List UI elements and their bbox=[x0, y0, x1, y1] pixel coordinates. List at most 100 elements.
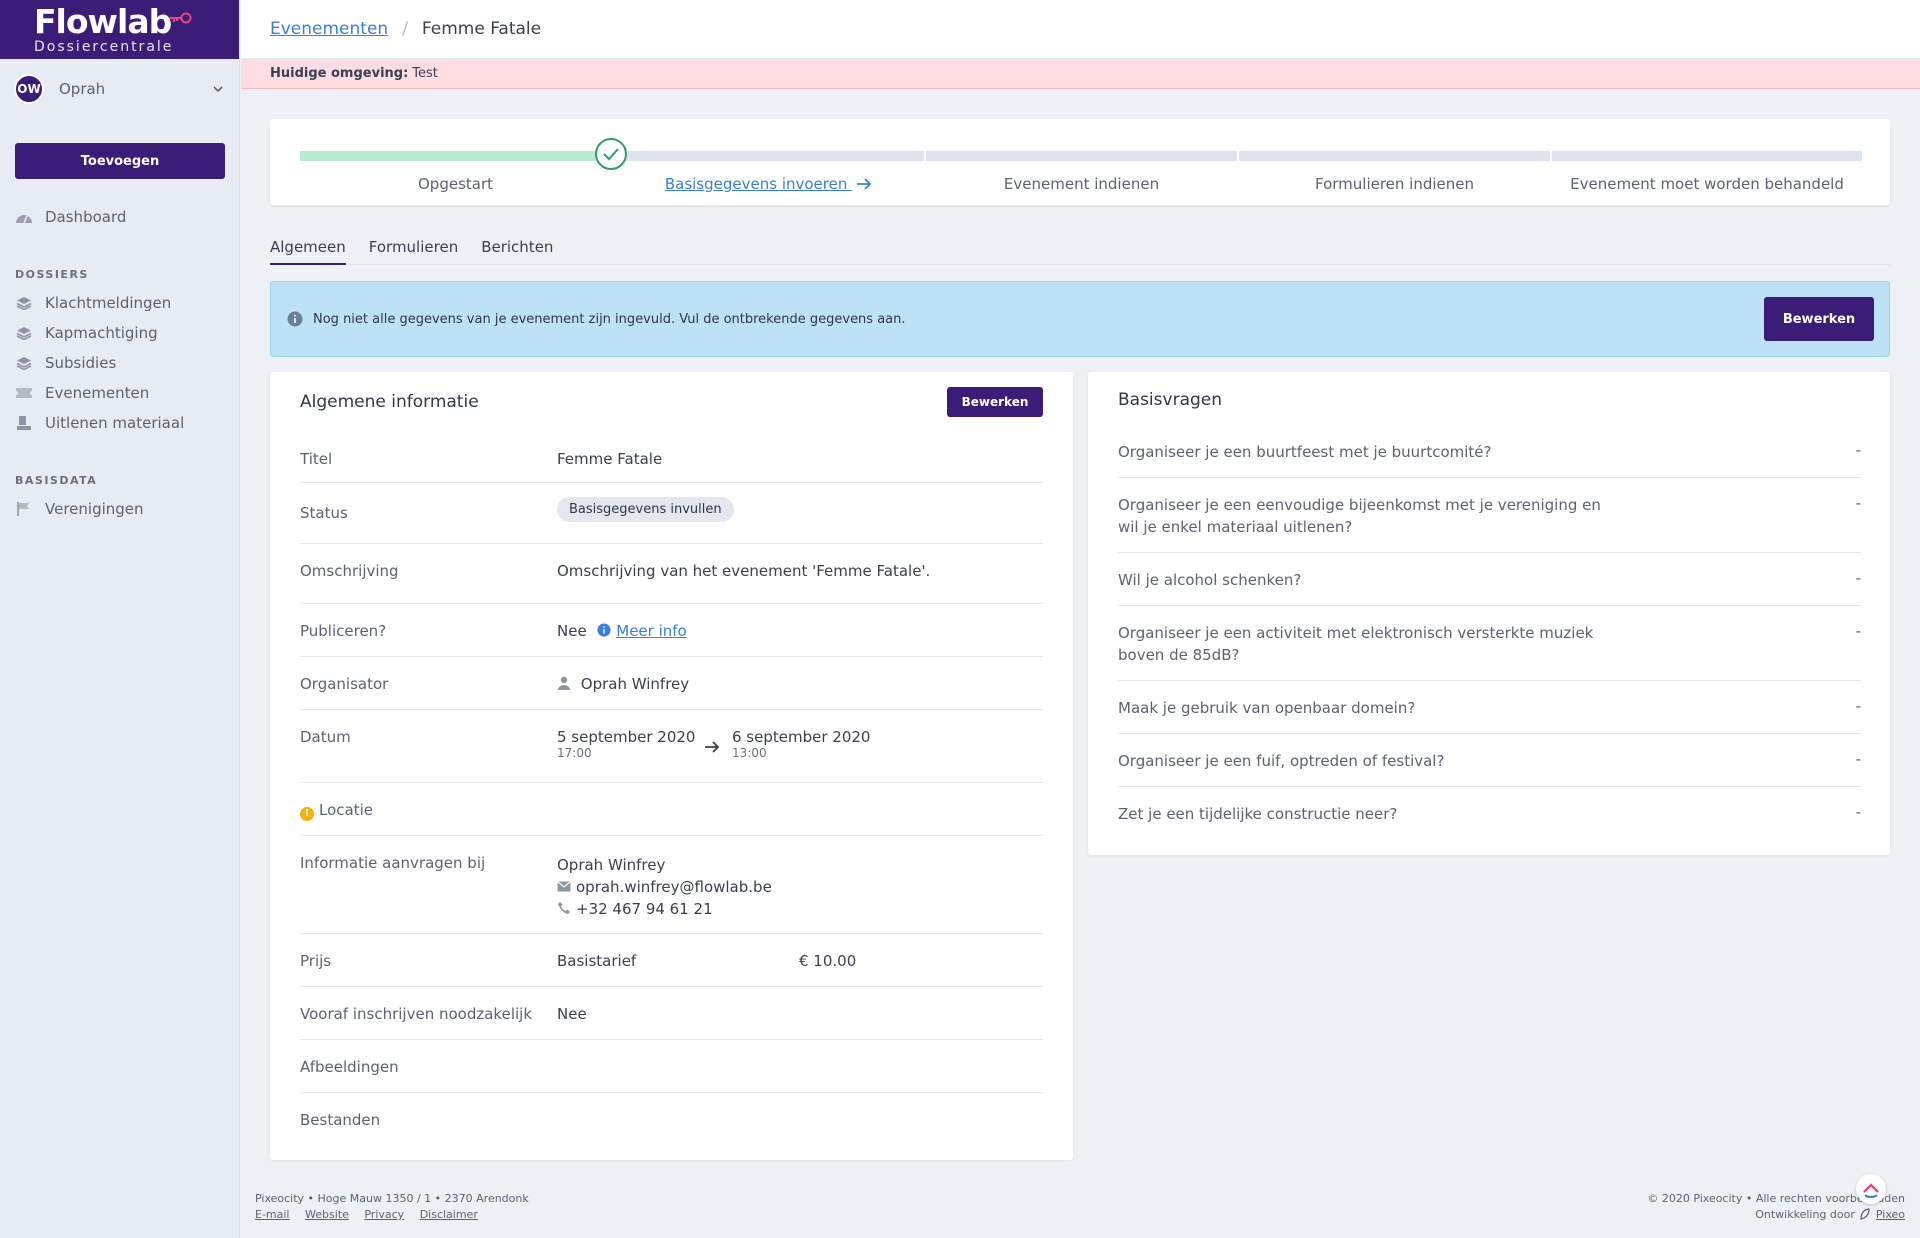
info-row-organisator: Organisator Oprah Winfrey bbox=[300, 657, 1043, 710]
envelope-icon bbox=[557, 881, 571, 892]
sidebar-item-label: Klachtmeldingen bbox=[45, 294, 172, 312]
info-alert: Nog niet alle gegevens van je evenement … bbox=[270, 281, 1890, 357]
footer-link-disclaimer[interactable]: Disclaimer bbox=[420, 1208, 478, 1221]
contact-info: Oprah Winfrey oprah.winfrey@flowlab.be +… bbox=[557, 854, 772, 920]
meer-info-link[interactable]: Meer info bbox=[616, 622, 686, 640]
widget-logo-icon bbox=[1863, 1183, 1879, 1198]
section-dossiers: DOSSIERS bbox=[15, 268, 89, 281]
locatie-label: Locatie bbox=[319, 801, 373, 819]
footer-link-website[interactable]: Website bbox=[305, 1208, 349, 1221]
question-row: Wil je alcohol schenken? - bbox=[1118, 553, 1861, 606]
row-label: Afbeeldingen bbox=[300, 1058, 399, 1076]
start-date-text: 5 september 2020 bbox=[557, 728, 696, 746]
footer-link-privacy[interactable]: Privacy bbox=[364, 1208, 404, 1221]
ticket-icon bbox=[15, 384, 33, 402]
step-label-active[interactable]: Basisgegevens invoeren bbox=[613, 175, 924, 193]
tab-formulieren[interactable]: Formulieren bbox=[369, 235, 458, 265]
footer-dev-link[interactable]: Pixeo bbox=[1876, 1208, 1905, 1221]
brand-logo[interactable]: Flowlab Dossiercentrale bbox=[0, 0, 239, 59]
step-label-text: Basisgegevens invoeren bbox=[664, 175, 848, 193]
general-info-card: Algemene informatie Bewerken Titel Femme… bbox=[270, 372, 1073, 1160]
step-basisgegevens[interactable]: Basisgegevens invoeren bbox=[613, 119, 924, 205]
prijs-bedrag: € 10.00 bbox=[799, 952, 857, 970]
row-label: Omschrijving bbox=[300, 562, 399, 580]
key-icon bbox=[170, 12, 192, 24]
brand-name: Flowlab bbox=[34, 2, 172, 41]
status-badge: Basisgegevens invullen bbox=[557, 497, 734, 522]
user-icon bbox=[558, 676, 570, 690]
info-row-prijs: Prijs Basistarief € 10.00 bbox=[300, 934, 1043, 987]
breadcrumb-evenementen[interactable]: Evenementen bbox=[270, 19, 388, 39]
sidebar-item-klachtmeldingen[interactable]: Klachtmeldingen bbox=[15, 289, 171, 317]
step-opgestart: Opgestart bbox=[300, 119, 611, 205]
footer-address: Pixeocity • Hoge Mauw 1350 / 1 • 2370 Ar… bbox=[255, 1192, 529, 1205]
question-row: Organiseer je een buurtfeest met je buur… bbox=[1118, 425, 1861, 478]
add-button[interactable]: Toevoegen bbox=[15, 143, 225, 179]
step-bar bbox=[613, 151, 924, 161]
end-date-text: 6 september 2020 bbox=[732, 728, 871, 746]
question-text: Organiseer je een fuif, optreden of fest… bbox=[1118, 752, 1445, 770]
start-date: 5 september 2020 17:00 bbox=[557, 728, 695, 760]
footer-link-email[interactable]: E-mail bbox=[255, 1208, 290, 1221]
info-row-omschrijving: Omschrijving Omschrijving van het evenem… bbox=[300, 544, 1043, 604]
help-widget-button[interactable] bbox=[1856, 1174, 1886, 1204]
answer-value: - bbox=[1855, 569, 1861, 587]
contact-email-line[interactable]: oprah.winfrey@flowlab.be bbox=[557, 876, 772, 898]
tab-berichten[interactable]: Berichten bbox=[481, 235, 553, 265]
publiceren-value: Nee bbox=[557, 622, 587, 640]
question-text: Organiseer je een buurtfeest met je buur… bbox=[1118, 443, 1492, 461]
edit-info-button[interactable]: Bewerken bbox=[947, 387, 1043, 417]
answer-value: - bbox=[1855, 697, 1861, 715]
sidebar-item-label: Kapmachtiging bbox=[45, 324, 158, 342]
row-label: Bestanden bbox=[300, 1111, 381, 1129]
row-label: Titel bbox=[300, 450, 333, 468]
contact-phone: +32 467 94 61 21 bbox=[576, 900, 713, 918]
start-time: 17:00 bbox=[557, 746, 592, 760]
user-menu[interactable]: OW Oprah bbox=[0, 59, 239, 119]
question-text: Wil je alcohol schenken? bbox=[1118, 571, 1302, 589]
sidebar-item-subsidies[interactable]: Subsidies bbox=[15, 349, 116, 377]
tab-algemeen[interactable]: Algemeen bbox=[270, 235, 346, 265]
question-row: Organiseer je een activiteit met elektro… bbox=[1118, 606, 1861, 681]
row-label: Status bbox=[300, 504, 348, 522]
row-value: Nee bbox=[557, 1005, 587, 1023]
row-label: Prijs bbox=[300, 952, 332, 970]
environment-value: Test bbox=[412, 66, 438, 81]
sidebar-item-kapmachtiging[interactable]: Kapmachtiging bbox=[15, 319, 158, 347]
question-text: Organiseer je een activiteit met elektro… bbox=[1118, 624, 1594, 664]
sidebar-item-label: Dashboard bbox=[45, 208, 127, 226]
sidebar-item-evenementen[interactable]: Evenementen bbox=[15, 379, 149, 407]
info-icon bbox=[287, 311, 303, 327]
row-value: Oprah Winfrey bbox=[557, 675, 689, 693]
step-label: Evenement indienen bbox=[1003, 175, 1160, 193]
answer-value: - bbox=[1855, 494, 1861, 512]
contact-phone-line[interactable]: +32 467 94 61 21 bbox=[557, 898, 772, 920]
info-row-titel: Titel Femme Fatale bbox=[300, 430, 1043, 483]
arrow-right-icon bbox=[857, 178, 872, 190]
row-value: Basisgegevens invullen bbox=[557, 497, 734, 522]
answer-value: - bbox=[1855, 622, 1861, 640]
row-label: ! Locatie bbox=[300, 801, 373, 821]
info-row-datum: Datum 5 september 2020 17:00 6 september… bbox=[300, 710, 1043, 783]
sidebar-item-dashboard[interactable]: Dashboard bbox=[15, 203, 126, 231]
step-evenement-indienen: Evenement indienen bbox=[926, 119, 1237, 205]
brand-subtitle: Dossiercentrale bbox=[34, 39, 174, 55]
row-label: Vooraf inschrijven noodzakelijk bbox=[300, 1005, 533, 1023]
breadcrumb: Evenementen / Femme Fatale bbox=[241, 0, 1920, 59]
sidebar: Flowlab Dossiercentrale OW Oprah Toevoeg… bbox=[0, 0, 240, 1238]
section-basisdata: BASISDATA bbox=[15, 474, 98, 487]
row-value: Nee Meer info bbox=[557, 622, 687, 640]
step-label: Formulieren indienen bbox=[1314, 175, 1475, 193]
row-value: Omschrijving van het evenement 'Femme Fa… bbox=[557, 562, 931, 580]
alert-text: Nog niet alle gegevens van je evenement … bbox=[313, 311, 906, 327]
prijs-type: Basistarief bbox=[557, 952, 637, 970]
step-bar bbox=[926, 151, 1237, 161]
sidebar-item-verenigingen[interactable]: Verenigingen bbox=[15, 495, 144, 523]
alert-edit-button[interactable]: Bewerken bbox=[1764, 297, 1874, 341]
sidebar-item-label: Uitlenen materiaal bbox=[45, 414, 185, 432]
chevron-down-icon bbox=[213, 86, 223, 93]
box-icon bbox=[15, 414, 33, 432]
sidebar-item-uitlenen-materiaal[interactable]: Uitlenen materiaal bbox=[15, 409, 184, 437]
row-label: Publiceren? bbox=[300, 622, 387, 640]
breadcrumb-current: Femme Fatale bbox=[421, 19, 542, 39]
